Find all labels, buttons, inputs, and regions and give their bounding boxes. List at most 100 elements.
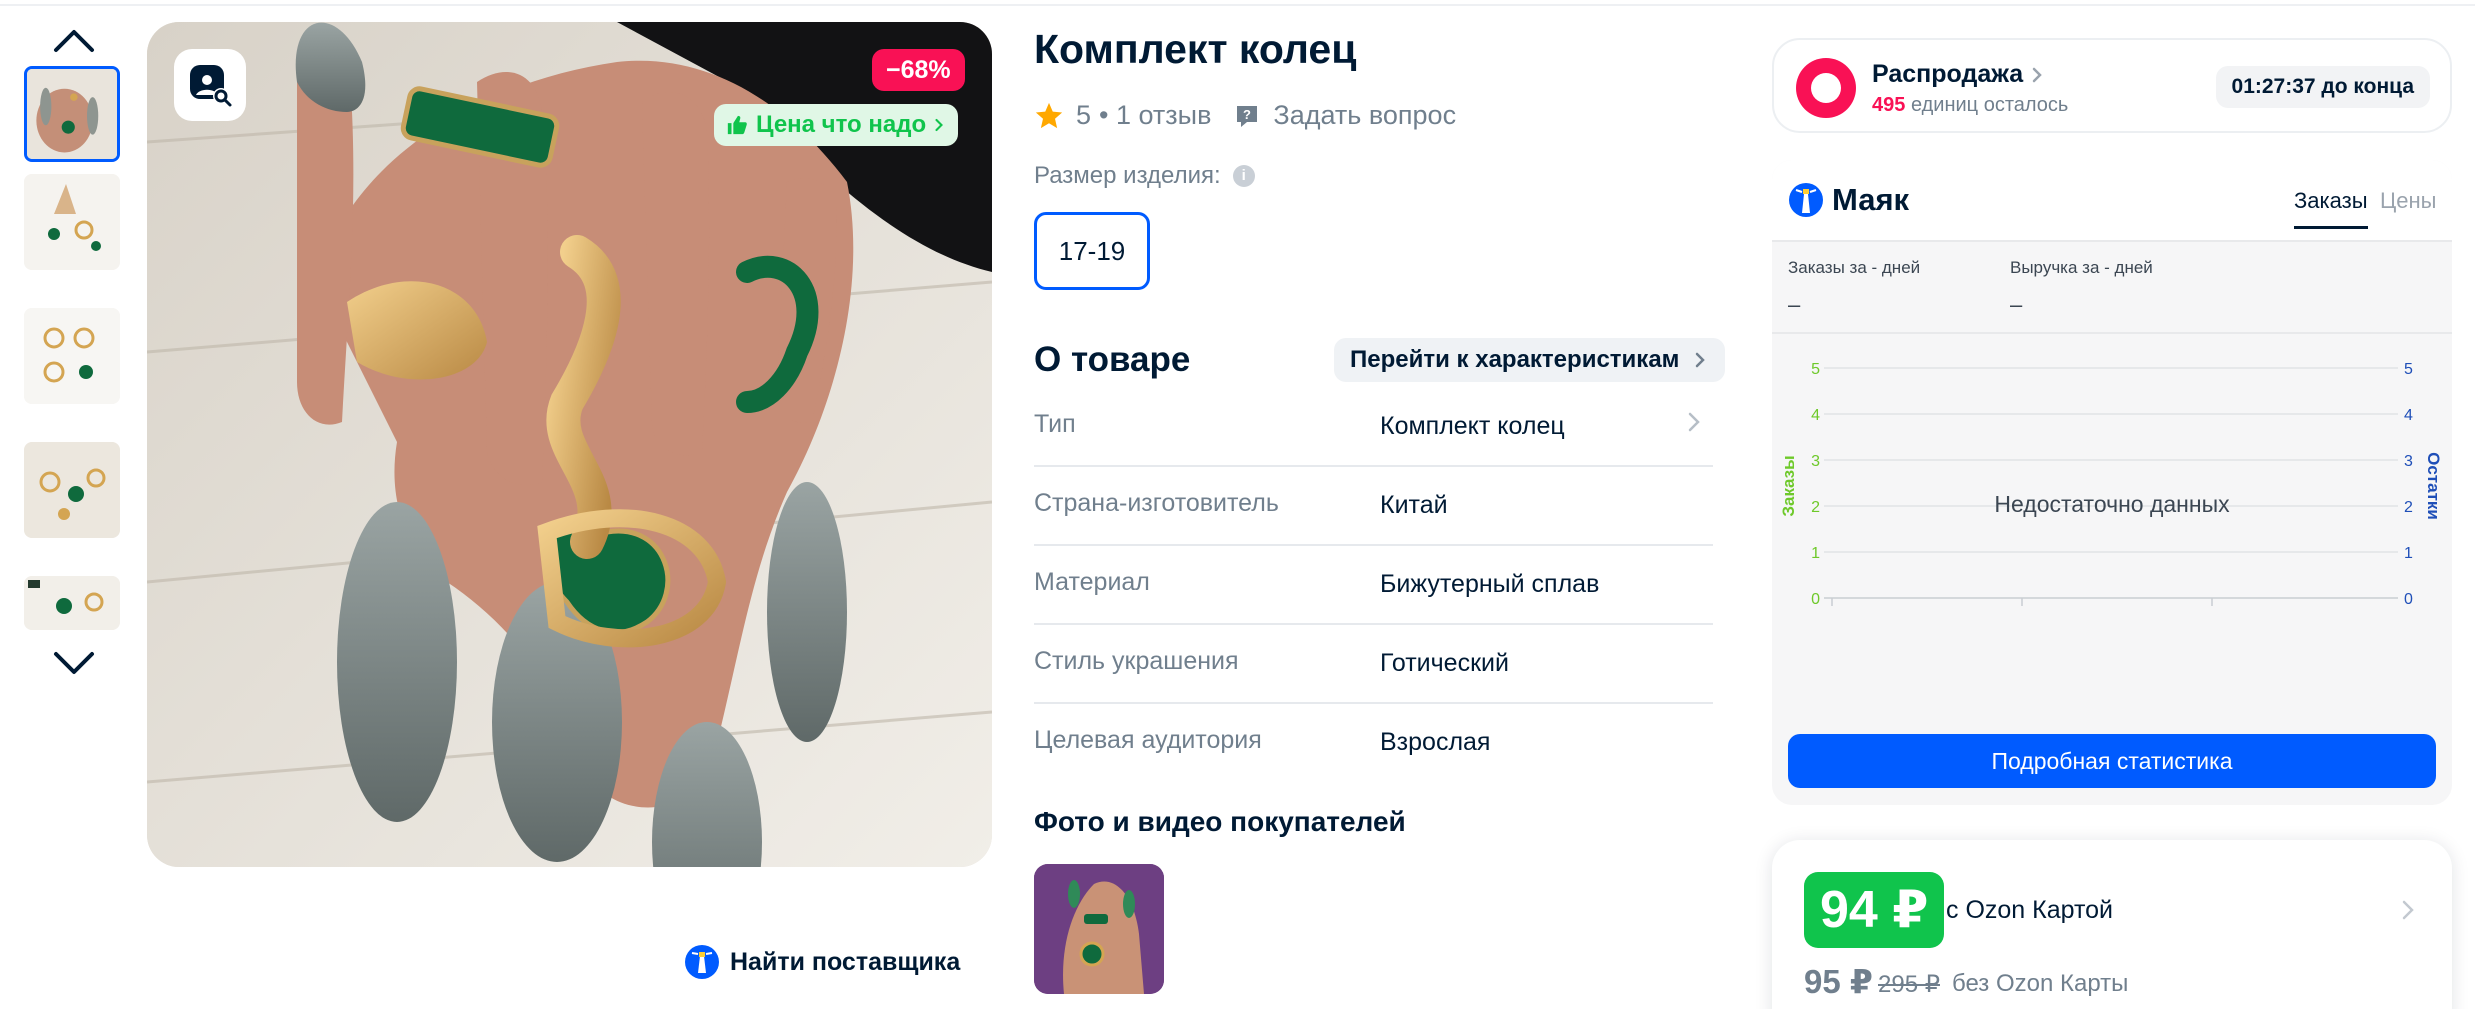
left-tick-label: 5: [1811, 361, 1820, 378]
spec-key: Целевая аудитория: [1034, 726, 1262, 754]
mayak-logo-text: Маяк: [1832, 182, 1910, 217]
units-left-count: 495: [1872, 94, 1906, 116]
left-axis-label: Заказы: [1779, 455, 1798, 516]
size-option[interactable]: 17-19: [1034, 212, 1150, 290]
chevron-right-icon: [2032, 67, 2042, 82]
no-card-note: без Ozon Карты: [1952, 970, 2129, 997]
ozon-card-note: с Ozon Картой: [1946, 896, 2114, 924]
revenue-value: –: [2010, 292, 2023, 317]
right-tick-label: 1: [2404, 545, 2413, 562]
spec-key: Стиль украшения: [1034, 647, 1239, 675]
chevron-right-icon: [1696, 352, 1706, 368]
left-axis-ticks: 0 1 2 3 4 5: [1811, 361, 1820, 608]
spec-value: Готический: [1380, 649, 1509, 677]
old-price: 295 ₽: [1878, 971, 1940, 998]
orders-label: Заказы за - дней: [1788, 258, 1921, 277]
price-card[interactable]: 94 ₽ с Ozon Картой 95 ₽ 295 ₽ без Ozon К…: [1772, 840, 2452, 1009]
about-title: О товаре: [1034, 340, 1191, 379]
spec-value-link[interactable]: Комплект колец: [1380, 412, 1565, 441]
buyer-photo[interactable]: [1034, 864, 1164, 994]
right-axis-label: Остатки: [2424, 452, 2443, 520]
star-icon: [1035, 102, 1063, 128]
mayak-widget: Маяк Заказы Цены Заказы за - дней – Выру…: [1772, 160, 2452, 805]
thumbnail-1[interactable]: [24, 66, 120, 162]
right-tick-label: 5: [2404, 361, 2413, 378]
discount-badge: −68%: [872, 49, 965, 91]
right-tick-label: 2: [2404, 499, 2413, 516]
orders-chart: 0 1 2 3 4 5 0 1 2 3 4 5 Заказы Остатки Недостаточн…: [1772, 340, 2452, 640]
spec-row: Целевая аудитория Взрослая: [1034, 704, 1713, 783]
sale-title-text: Распродажа: [1872, 60, 2024, 88]
thumbnail-2[interactable]: [24, 174, 120, 270]
chevron-up-icon[interactable]: [52, 24, 96, 54]
size-label: Размер изделия: i: [1034, 162, 1255, 190]
spec-row: Страна-изготовитель Китай: [1034, 467, 1713, 546]
spec-value: Бижутерный сплав: [1380, 570, 1600, 598]
ask-question-label: Задать вопрос: [1273, 100, 1457, 130]
no-data-message: Недостаточно данных: [1994, 491, 2230, 517]
sale-ring-icon: [1796, 58, 1856, 118]
chevron-down-icon[interactable]: [52, 648, 96, 678]
svg-text:?: ?: [1243, 107, 1251, 122]
units-left-text: единиц осталось: [1910, 94, 2069, 116]
spec-row: Тип Комплект колец: [1034, 388, 1713, 467]
sale-timer: 01:27:37 до конца: [2215, 66, 2430, 108]
mayak-logo: Маяк: [1788, 180, 1909, 220]
ozon-card-price: 94 ₽: [1804, 872, 1945, 948]
reviews-link[interactable]: • 1 отзыв: [1099, 100, 1211, 131]
spec-value: Взрослая: [1380, 728, 1491, 756]
lighthouse-icon: [685, 945, 719, 979]
tab-prices[interactable]: Цены: [2380, 188, 2436, 214]
stats-divider: [1772, 332, 2452, 334]
good-price-label: Цена что надо: [756, 111, 927, 138]
go-to-specs-button[interactable]: Перейти к характеристикам: [1334, 338, 1726, 382]
rating-value: 5: [1076, 100, 1092, 130]
left-tick-label: 4: [1811, 407, 1820, 424]
find-supplier-button[interactable]: Найти поставщика: [684, 944, 960, 980]
x-axis-ticks: [1831, 598, 2213, 606]
chevron-right-icon[interactable]: [1685, 410, 1703, 434]
right-tick-label: 3: [2404, 453, 2413, 470]
buyer-photos-title: Фото и видео покупателей: [1034, 806, 1406, 837]
product-image[interactable]: −68% Цена что надо: [147, 22, 992, 867]
top-divider: [0, 0, 2475, 6]
revenue-label: Выручка за - дней: [2010, 258, 2153, 277]
product-photo: [147, 22, 992, 867]
question-icon: ?: [1237, 105, 1258, 127]
chart-grid: [1824, 367, 2398, 599]
specs-list: Тип Комплект колец Страна-изготовитель К…: [1034, 388, 1713, 783]
right-axis-ticks: 0 1 2 3 4 5: [2404, 361, 2413, 608]
info-icon[interactable]: i: [1232, 165, 1255, 187]
find-supplier-label: Найти поставщика: [730, 947, 961, 976]
chevron-right-icon[interactable]: [2400, 898, 2416, 922]
thumbnail-strip: [22, 20, 122, 690]
sale-title: Распродажа: [1872, 60, 2043, 89]
ask-question-button[interactable]: ? Задать вопрос: [1233, 100, 1456, 131]
good-price-badge[interactable]: Цена что надо: [714, 104, 959, 146]
detailed-stats-button[interactable]: Подробная статистика: [1788, 734, 2436, 788]
sale-banner[interactable]: Распродажа 495 единиц осталось 01:27:37 …: [1772, 38, 2452, 133]
left-tick-label: 0: [1811, 591, 1820, 608]
chart-svg: 0 1 2 3 4 5 0 1 2 3 4 5 Заказы Остатки Недостаточн…: [1779, 361, 2443, 608]
size-label-text: Размер изделия:: [1034, 162, 1221, 189]
thumbnail-3[interactable]: [24, 308, 120, 404]
regular-price: 95 ₽: [1804, 963, 1873, 1000]
right-tick-label: 0: [2404, 591, 2413, 608]
mayak-header: Маяк Заказы Цены: [1772, 160, 2452, 242]
spec-value: Китай: [1380, 491, 1448, 519]
thumbnail-5[interactable]: [24, 576, 120, 630]
spec-key: Материал: [1034, 568, 1150, 596]
image-search-icon[interactable]: [174, 49, 246, 121]
thumbnail-4[interactable]: [24, 442, 120, 538]
tab-orders[interactable]: Заказы: [2294, 188, 2368, 229]
spec-row: Материал Бижутерный сплав: [1034, 546, 1713, 625]
units-left: 495 единиц осталось: [1872, 94, 2068, 117]
chevron-right-icon: [935, 118, 944, 132]
lighthouse-icon: [1789, 183, 1823, 217]
orders-value: –: [1788, 292, 1801, 317]
rating-row: 5 • 1 отзыв ? Задать вопрос: [1034, 100, 1456, 131]
go-to-specs-label: Перейти к характеристикам: [1350, 346, 1680, 373]
right-tick-label: 4: [2404, 407, 2413, 424]
spec-key: Тип: [1034, 410, 1076, 438]
product-title: Комплект колец: [1034, 26, 1357, 72]
